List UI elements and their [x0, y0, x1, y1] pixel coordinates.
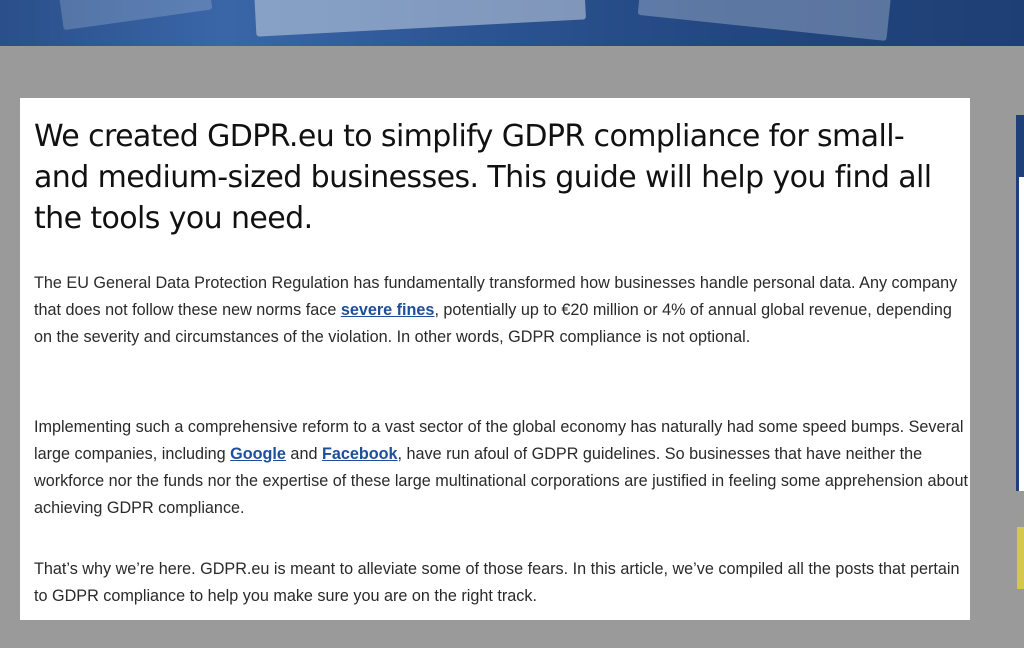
hero-paper-shape: [57, 0, 213, 31]
hero-paper-shape: [253, 0, 587, 37]
side-widget-panel: [1016, 115, 1024, 491]
article-headline: We created GDPR.eu to simplify GDPR comp…: [34, 119, 932, 236]
facebook-link[interactable]: Facebook: [322, 445, 398, 463]
article-paragraph-2: Implementing such a comprehensive reform…: [34, 414, 969, 522]
paragraph-text: and: [285, 445, 322, 463]
article-paragraph-3: That’s why we’re here. GDPR.eu is meant …: [34, 560, 960, 605]
side-widget-header: [1019, 115, 1024, 177]
hero-banner-image: [0, 0, 1024, 46]
google-link[interactable]: Google: [230, 445, 286, 463]
severe-fines-link[interactable]: severe fines: [341, 301, 435, 319]
side-accent-block: [1017, 527, 1024, 589]
article-paragraph-1: The EU General Data Protection Regulatio…: [34, 270, 969, 351]
hero-paper-shape: [637, 0, 893, 41]
article-overlay-card: We created GDPR.eu to simplify GDPR comp…: [20, 98, 970, 620]
